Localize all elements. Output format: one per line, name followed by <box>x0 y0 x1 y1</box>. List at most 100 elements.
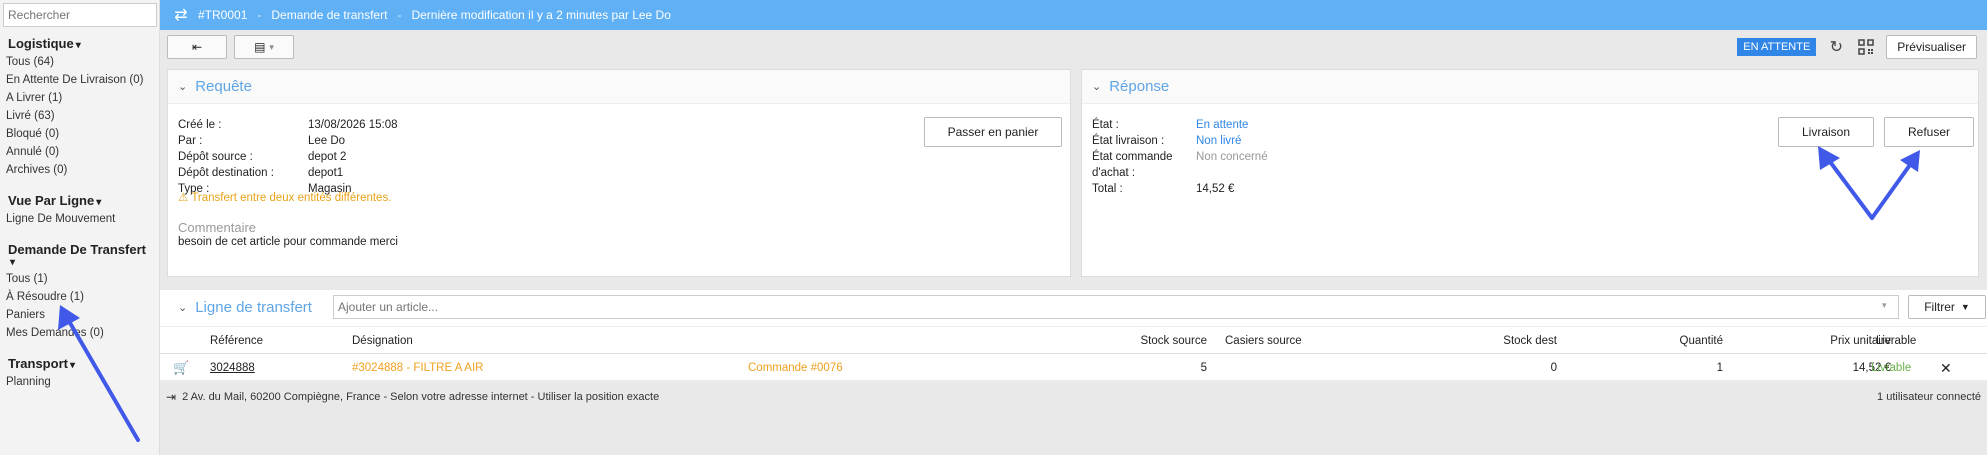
chevron-down-icon: ▾ <box>69 360 75 371</box>
col-casiers-source[interactable]: Casiers source <box>1225 327 1302 355</box>
total-value: 14,52 € <box>1196 183 1235 195</box>
col-unit-price[interactable]: Prix unitaire <box>1760 327 1891 355</box>
table-header: Référence Désignation Stock source Casie… <box>160 326 1987 354</box>
response-fields: État : En attente État livraison : Non liv… <box>1082 117 1482 197</box>
state-value[interactable]: En attente <box>1196 117 1248 133</box>
printer-icon: ▤ <box>254 40 266 54</box>
field-value: Lee Do <box>308 135 346 147</box>
col-deliverable[interactable]: Livrable <box>1876 327 1916 355</box>
response-panel-header[interactable]: ⌄ Réponse <box>1082 70 1978 104</box>
col-reference[interactable]: Référence <box>210 327 263 355</box>
row-stock-dest: 0 <box>1550 362 1557 374</box>
separator: - <box>257 8 262 22</box>
field-label: État commande <box>1092 151 1173 163</box>
field-label: Dépôt source : <box>178 151 253 163</box>
sidebar-item-bloque[interactable]: Bloqué (0) <box>0 125 159 143</box>
sidebar-item-ligne-mouvement[interactable]: Ligne De Mouvement <box>0 210 159 228</box>
table-row: 🛒 3024888 #3024888 - FILTRE A AIR Comman… <box>160 354 1987 382</box>
sidebar-item-mes-demandes[interactable]: Mes Demandes (0) <box>0 324 159 342</box>
field-label: Total : <box>1092 183 1123 195</box>
request-panel-header[interactable]: ⌄ Requête <box>168 70 1070 104</box>
row-deliverable: Livrable <box>1871 362 1912 374</box>
field-label: État livraison : <box>1092 135 1165 147</box>
col-stock-dest[interactable]: Stock dest <box>1460 327 1557 355</box>
separator: - <box>397 8 402 22</box>
status-badge: EN ATTENTE <box>1737 38 1817 56</box>
print-menu-button[interactable]: ▤ ▾ <box>234 35 294 59</box>
cart-icon[interactable]: 🛒 <box>173 354 189 382</box>
sidebar-search-input[interactable] <box>3 3 157 27</box>
row-order[interactable]: Commande #0076 <box>748 354 843 382</box>
sidebar-item-livre[interactable]: Livré (63) <box>0 107 159 125</box>
sidebar-item-archives[interactable]: Archives (0) <box>0 161 159 179</box>
order-state-value: Non concerné <box>1196 151 1268 163</box>
chevron-down-icon[interactable]: ▾ <box>1882 300 1887 311</box>
sidebar-item-tous[interactable]: Tous (64) <box>0 53 159 71</box>
location-text: 2 Av. du Mail, 60200 Compiègne, France -… <box>182 391 660 403</box>
field-label: Créé le : <box>178 119 222 131</box>
sidebar-section-logistique[interactable]: Logistique ▾ <box>0 30 159 53</box>
row-designation[interactable]: #3024888 - FILTRE A AIR <box>352 354 483 382</box>
sidebar-item-annule[interactable]: Annulé (0) <box>0 143 159 161</box>
field-label: Dépôt destination : <box>178 167 274 179</box>
request-panel: ⌄ Requête Créé le : 13/08/2026 15:08 Par :… <box>167 69 1071 277</box>
preview-button[interactable]: Prévisualiser <box>1886 35 1977 59</box>
warning-message: ⚠ Transfert entre deux entités différent… <box>178 192 392 204</box>
delete-icon[interactable]: ✕ <box>1940 354 1952 382</box>
transfer-icon: ⇄ <box>174 7 188 24</box>
transfer-lines-section: ⌄Ligne de transfert ▾ Filtrer▼ Référence… <box>160 290 1987 382</box>
field-label: Par : <box>178 135 203 147</box>
last-modified: Dernière modification il y a 2 minutes p… <box>411 8 671 22</box>
chevron-down-icon: ▾ <box>75 40 81 51</box>
chevron-down-icon: ⌄ <box>178 301 188 314</box>
refresh-icon[interactable]: ↻ <box>1826 37 1846 57</box>
col-stock-source[interactable]: Stock source <box>1100 327 1207 355</box>
sidebar-item-a-resoudre[interactable]: À Résoudre (1) <box>0 288 159 306</box>
sidebar-item-a-livrer[interactable]: A Livrer (1) <box>0 89 159 107</box>
comment-title: Commentaire <box>178 220 257 235</box>
refuse-button[interactable]: Refuser <box>1884 117 1974 147</box>
caret-down-icon: ▼ <box>1960 302 1970 312</box>
col-quantity[interactable]: Quantité <box>1660 327 1723 355</box>
toolbar-right: EN ATTENTE ↻ Prévisualiser <box>1737 35 1977 59</box>
field-value: depot1 <box>308 167 344 179</box>
field-label: État : <box>1092 119 1119 131</box>
field-label: d'achat : <box>1092 167 1136 179</box>
sidebar-item-transfert-tous[interactable]: Tous (1) <box>0 270 159 288</box>
field-value: depot 2 <box>308 151 347 163</box>
cart-button[interactable]: Passer en panier <box>924 117 1062 147</box>
field-value: 13/08/2026 15:08 <box>308 119 398 131</box>
sidebar-section-vue-par-ligne[interactable]: Vue Par Ligne ▾ <box>0 187 159 210</box>
row-quantity[interactable]: 1 <box>1660 354 1723 382</box>
back-arrow-icon: ⇤ <box>191 40 203 54</box>
comment-text: besoin de cet article pour commande merc… <box>178 236 398 248</box>
request-fields: Créé le : 13/08/2026 15:08 Par : Lee Do Dé… <box>168 117 568 197</box>
header-bar: ⇄ #TR0001 - Demande de transfert - Derni… <box>160 0 1987 30</box>
sidebar-section-demande-transfert[interactable]: Demande De Transfert ▾ <box>0 236 159 270</box>
sidebar-section-transport[interactable]: Transport ▾ <box>0 350 159 373</box>
chevron-down-icon: ▾ <box>10 257 16 268</box>
delivery-button[interactable]: Livraison <box>1778 117 1874 147</box>
chevron-down-icon: ⌄ <box>178 81 188 93</box>
record-id: #TR0001 <box>198 8 248 22</box>
delivery-state-value[interactable]: Non livré <box>1196 133 1241 149</box>
back-button[interactable]: ⇤ <box>167 35 227 59</box>
sidebar-item-en-attente-livraison[interactable]: En Attente De Livraison (0) <box>0 71 159 89</box>
toolbar: ⇤ ▤ ▾ EN ATTENTE ↻ Prévisualiser <box>160 30 1987 64</box>
sidebar: Logistique▾ Tous (64) En Attente De Livr… <box>0 0 160 455</box>
footer: ⇥ 2 Av. du Mail, 60200 Compiègne, France… <box>160 382 1987 412</box>
chevron-down-icon: ▾ <box>269 41 274 52</box>
col-designation[interactable]: Désignation <box>352 327 413 355</box>
qr-code-icon[interactable] <box>1856 37 1876 57</box>
row-reference[interactable]: 3024888 <box>210 354 255 382</box>
connected-users: 1 utilisateur connecté <box>1877 391 1981 403</box>
sidebar-item-planning[interactable]: Planning <box>0 373 159 391</box>
chevron-down-icon: ▾ <box>96 197 102 208</box>
filter-button[interactable]: Filtrer ▼ <box>1908 295 1986 319</box>
sidebar-item-paniers[interactable]: Paniers <box>0 306 159 324</box>
logout-icon[interactable]: ⇥ <box>166 390 176 404</box>
add-article-input[interactable] <box>333 295 1899 319</box>
page-title: Demande de transfert <box>271 8 388 22</box>
response-panel: ⌄ Réponse État : En attente État livraison… <box>1081 69 1979 277</box>
chevron-down-icon: ⌄ <box>1092 81 1102 93</box>
